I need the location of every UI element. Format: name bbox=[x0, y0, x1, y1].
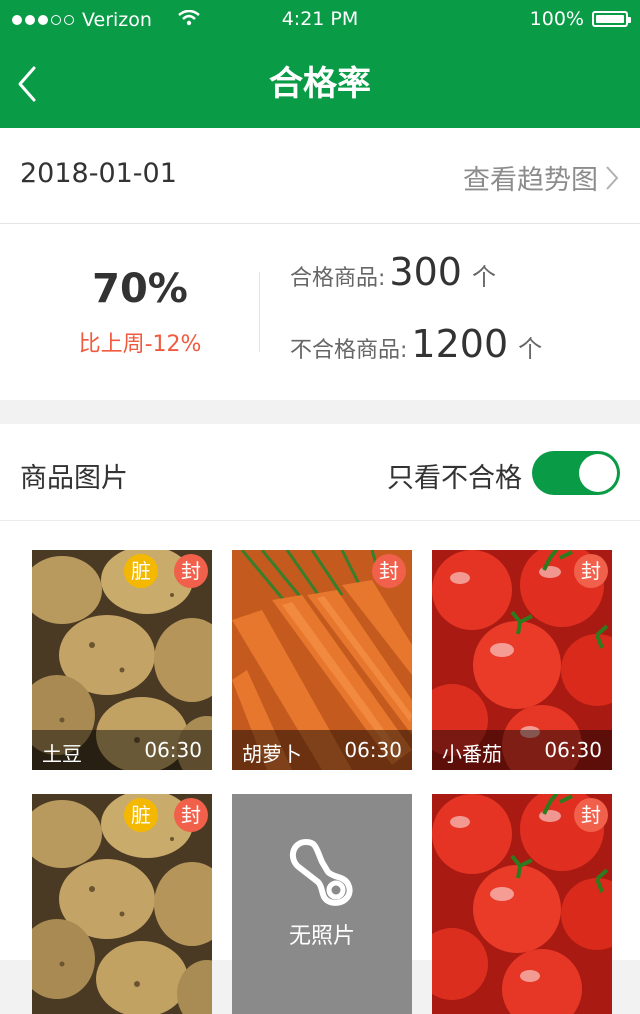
photo-time: 06:30 bbox=[344, 738, 402, 762]
photo-grid: 脏 封 土豆 06:30 封 胡萝卜 06:30 封 小番茄 06:30 脏 封 bbox=[0, 521, 640, 1014]
divider bbox=[259, 272, 260, 352]
filter-label: 只看不合格 bbox=[387, 463, 522, 494]
product-name: 土豆 bbox=[42, 742, 82, 766]
photo-card[interactable]: 脏 封 土豆 06:30 bbox=[32, 550, 212, 770]
unqualified-only-toggle[interactable] bbox=[532, 451, 620, 495]
pass-rate-value: 70% bbox=[92, 266, 188, 312]
chevron-right-icon bbox=[606, 165, 619, 190]
view-trend-label: 查看趋势图 bbox=[463, 165, 598, 196]
view-trend-link[interactable]: 查看趋势图 bbox=[463, 158, 620, 197]
date-label[interactable]: 2018-01-01 bbox=[20, 158, 177, 189]
status-bar: Verizon 4:21 PM 100% bbox=[0, 0, 640, 40]
unqualified-label: 不合格商品: bbox=[290, 338, 408, 363]
photos-header: 商品图片 只看不合格 bbox=[0, 424, 640, 521]
photo-time: 06:30 bbox=[544, 738, 602, 762]
qualified-label: 合格商品: bbox=[290, 266, 386, 291]
toggle-knob bbox=[579, 454, 617, 492]
top-bar: Verizon 4:21 PM 100% 合格率 bbox=[0, 0, 640, 128]
unqualified-count: 1200 bbox=[411, 322, 509, 366]
week-change: 比上周-12% bbox=[78, 332, 202, 357]
qualified-stat: 合格商品: 300 个 bbox=[290, 250, 496, 294]
battery-percent: 100% bbox=[529, 8, 584, 30]
qualified-unit: 个 bbox=[471, 263, 496, 291]
unqualified-stat: 不合格商品: 1200 个 bbox=[290, 322, 542, 366]
status-right: 100% bbox=[529, 8, 631, 30]
page-title: 合格率 bbox=[269, 64, 371, 104]
battery-icon bbox=[592, 11, 631, 27]
seal-badge: 封 bbox=[174, 798, 208, 832]
product-name: 胡萝卜 bbox=[242, 742, 302, 766]
dirty-badge: 脏 bbox=[124, 798, 158, 832]
unqualified-unit: 个 bbox=[518, 335, 543, 363]
dirty-badge: 脏 bbox=[124, 554, 158, 588]
photo-caption: 土豆 06:30 bbox=[32, 730, 212, 770]
photo-card[interactable]: 封 小番茄 06:30 bbox=[432, 550, 612, 770]
product-name: 小番茄 bbox=[442, 742, 502, 766]
no-photo-card[interactable]: 无照片 bbox=[232, 794, 412, 1014]
qualified-count: 300 bbox=[389, 250, 462, 294]
photo-caption: 胡萝卜 06:30 bbox=[232, 730, 412, 770]
date-row: 2018-01-01 查看趋势图 bbox=[0, 128, 640, 224]
seal-badge: 封 bbox=[574, 798, 608, 832]
no-photo-label: 无照片 bbox=[288, 924, 355, 949]
photo-card[interactable]: 封 bbox=[432, 794, 612, 1014]
photo-card[interactable]: 封 胡萝卜 06:30 bbox=[232, 550, 412, 770]
photo-card[interactable]: 脏 封 bbox=[32, 794, 212, 1014]
photo-caption: 小番茄 06:30 bbox=[432, 730, 612, 770]
no-photo-icon bbox=[289, 839, 353, 906]
seal-badge: 封 bbox=[372, 554, 406, 588]
seal-badge: 封 bbox=[174, 554, 208, 588]
photo-time: 06:30 bbox=[144, 738, 202, 762]
seal-badge: 封 bbox=[574, 554, 608, 588]
photos-title: 商品图片 bbox=[20, 463, 128, 494]
